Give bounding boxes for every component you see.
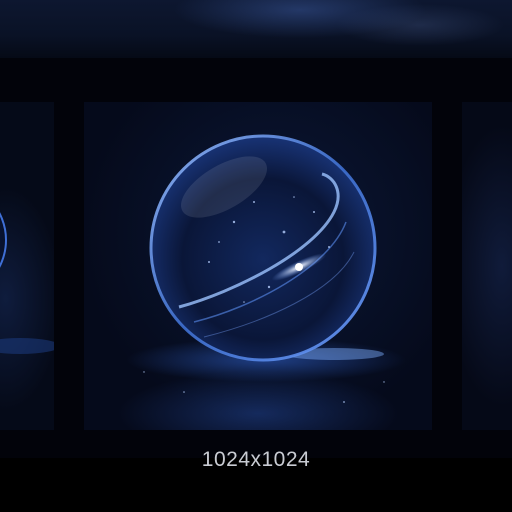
image-size-label: 1024x1024 <box>201 448 311 471</box>
previous-image-thumbnail[interactable] <box>0 102 54 430</box>
previous-image-strip[interactable] <box>0 0 512 58</box>
image-gallery <box>0 58 512 458</box>
sphere-edge-icon <box>0 212 54 354</box>
selected-image-thumbnail[interactable] <box>84 102 432 430</box>
glass-sphere-icon <box>126 134 406 403</box>
next-image-thumbnail[interactable] <box>462 102 512 430</box>
